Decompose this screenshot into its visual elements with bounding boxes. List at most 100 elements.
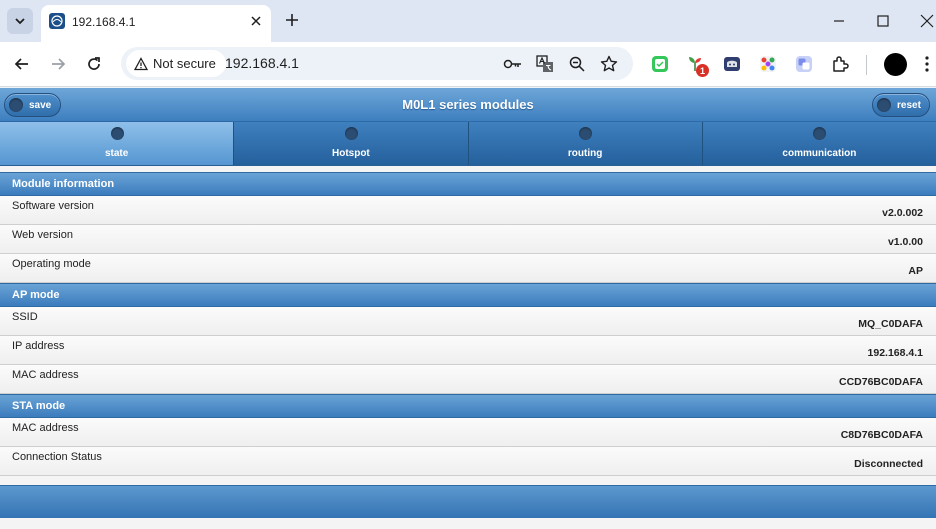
tab-hotspot[interactable]: Hotspot xyxy=(234,122,469,165)
tab-dot-icon xyxy=(579,127,593,140)
info-row: Web version v1.0.00 xyxy=(0,225,936,254)
new-tab-button[interactable] xyxy=(282,10,302,30)
tab-label: routing xyxy=(567,148,603,159)
tab-dot-icon xyxy=(110,127,124,140)
close-icon xyxy=(920,14,934,28)
row-value: v1.0.00 xyxy=(887,236,923,248)
tab-routing[interactable]: routing xyxy=(468,122,703,165)
tab-search-button[interactable] xyxy=(7,8,33,34)
extension-plant[interactable]: 1 xyxy=(686,54,709,77)
info-row: Operating mode AP xyxy=(0,254,936,283)
status-content: Module information Software version v2.0… xyxy=(0,172,936,476)
puzzle-icon xyxy=(833,56,849,72)
row-label: SSID xyxy=(12,311,38,323)
row-label: MAC address xyxy=(12,369,79,381)
minimize-button[interactable] xyxy=(828,10,850,32)
browser-tab-active[interactable]: 192.168.4.1 xyxy=(41,5,271,42)
info-row: SSID MQ_C0DAFA xyxy=(0,307,936,336)
nav-bar: state Hotspot routing communication xyxy=(0,122,936,166)
zoom-button[interactable] xyxy=(567,54,587,74)
tab-dot-icon xyxy=(344,127,358,140)
green-square-extension-icon xyxy=(652,56,668,72)
bookmark-button[interactable] xyxy=(599,54,619,74)
reload-icon xyxy=(88,57,100,70)
arrow-left-icon xyxy=(14,58,28,70)
row-label: Operating mode xyxy=(12,258,91,270)
extension-colorful[interactable] xyxy=(758,54,778,74)
tab-dot-icon xyxy=(813,127,827,140)
password-key-button[interactable] xyxy=(503,54,523,74)
tab-state[interactable]: state xyxy=(0,122,235,165)
kebab-menu-icon xyxy=(925,56,929,72)
address-bar[interactable]: Not secure 192.168.4.1 xyxy=(121,47,633,80)
row-value: AP xyxy=(908,265,923,277)
translate-button[interactable] xyxy=(535,54,555,74)
info-row: Software version v2.0.002 xyxy=(0,196,936,225)
site-favicon-icon xyxy=(49,13,65,29)
reload-button[interactable] xyxy=(83,53,105,75)
row-value: v2.0.002 xyxy=(882,207,923,219)
chevron-down-icon xyxy=(15,18,25,25)
navy-box-extension-icon xyxy=(724,57,740,71)
minimize-icon xyxy=(834,20,844,22)
translate-icon xyxy=(536,55,553,72)
star-icon xyxy=(600,55,618,72)
site-info-chip[interactable]: Not secure xyxy=(126,50,226,77)
tab-label: communication xyxy=(782,148,857,159)
reset-button-label: reset xyxy=(897,99,921,111)
extension-green[interactable] xyxy=(650,54,670,74)
row-label: MAC address xyxy=(12,422,79,434)
info-row: MAC address CCD76BC0DAFA xyxy=(0,365,936,394)
browser-tabstrip: 192.168.4.1 xyxy=(0,0,936,42)
row-value: C8D76BC0DAFA xyxy=(840,429,923,441)
warning-triangle-icon xyxy=(134,56,148,70)
row-label: Web version xyxy=(12,229,73,241)
info-row: IP address 192.168.4.1 xyxy=(0,336,936,365)
tab-label: Hotspot xyxy=(331,148,370,159)
window-close-button[interactable] xyxy=(916,10,936,32)
page-footer xyxy=(0,485,936,518)
browser-toolbar: Not secure 192.168.4.1 1 xyxy=(0,42,936,87)
row-value: 192.168.4.1 xyxy=(867,347,923,359)
browser-menu-button[interactable] xyxy=(921,54,933,74)
page-title: M0L1 series modules xyxy=(402,97,534,112)
reset-button[interactable]: reset xyxy=(872,93,930,117)
translate-extension-icon xyxy=(796,56,812,72)
tab-label: state xyxy=(104,148,129,159)
forward-button[interactable] xyxy=(47,53,69,75)
zoom-out-icon xyxy=(569,56,585,72)
tab-close-button[interactable] xyxy=(247,12,265,30)
info-row: MAC address C8D76BC0DAFA xyxy=(0,418,936,447)
section-header-ap-mode: AP mode xyxy=(0,283,936,307)
radio-dot-icon xyxy=(877,98,891,112)
extension-navy[interactable] xyxy=(722,54,742,74)
extension-translate[interactable] xyxy=(794,54,814,74)
row-value: Disconnected xyxy=(854,458,923,470)
key-icon xyxy=(503,59,521,69)
app-header: save M0L1 series modules reset xyxy=(0,88,936,122)
tab-communication[interactable]: communication xyxy=(702,122,936,165)
web-page: save M0L1 series modules reset state Hot… xyxy=(0,88,936,529)
section-header-module-info: Module information xyxy=(0,172,936,196)
row-value: MQ_C0DAFA xyxy=(858,318,923,330)
extensions-menu-button[interactable] xyxy=(830,54,850,74)
section-header-sta-mode: STA mode xyxy=(0,394,936,418)
toolbar-separator xyxy=(866,55,867,75)
profile-avatar[interactable] xyxy=(884,53,907,76)
security-label: Not secure xyxy=(153,56,216,71)
close-icon xyxy=(251,16,261,26)
plus-icon xyxy=(286,14,298,26)
arrow-right-icon xyxy=(52,58,66,70)
tab-title: 192.168.4.1 xyxy=(72,15,136,29)
row-value: CCD76BC0DAFA xyxy=(838,376,923,388)
extension-badge: 1 xyxy=(696,64,709,77)
colorful-extension-icon xyxy=(760,56,776,72)
url-text[interactable]: 192.168.4.1 xyxy=(225,55,299,71)
maximize-button[interactable] xyxy=(872,10,894,32)
info-row: Connection Status Disconnected xyxy=(0,447,936,476)
row-label: Connection Status xyxy=(12,451,102,463)
maximize-icon xyxy=(877,15,889,27)
row-label: Software version xyxy=(12,200,94,212)
back-button[interactable] xyxy=(11,53,33,75)
row-label: IP address xyxy=(12,340,65,352)
